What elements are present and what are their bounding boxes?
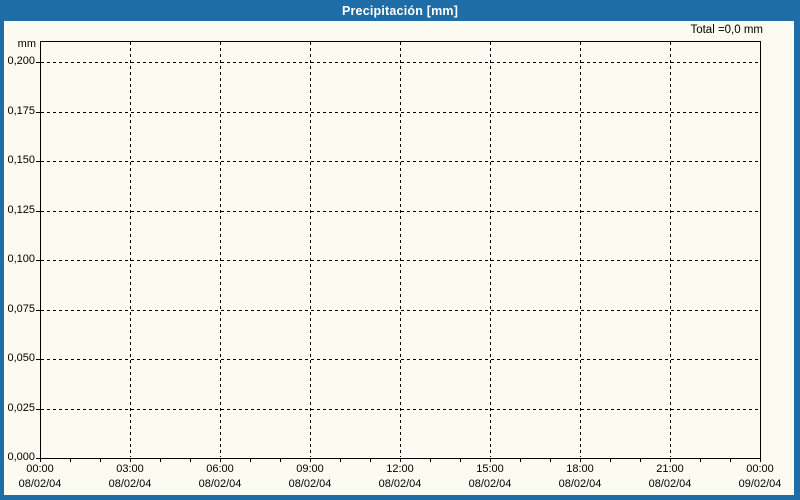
y-axis-label: 0,125 [7, 204, 35, 216]
x-axis-tick [370, 458, 371, 462]
x-axis-time-label: 06:00 [206, 463, 234, 475]
x-axis-date-label: 08/02/04 [648, 478, 692, 490]
x-axis-tick [220, 458, 221, 462]
x-axis-date-label: 08/02/04 [288, 478, 332, 490]
gridline-vertical [220, 42, 221, 457]
x-axis-time-label: 09:00 [296, 463, 324, 475]
x-axis-time-label: 00:00 [746, 463, 774, 475]
gridline-vertical [400, 42, 401, 457]
y-axis-label: 0,100 [7, 253, 35, 265]
x-axis-date-label: 08/02/04 [198, 478, 242, 490]
x-axis-date-label: 08/02/04 [378, 478, 422, 490]
x-axis-tick [100, 458, 101, 462]
x-axis-tick [430, 458, 431, 462]
x-axis-date-label: 08/02/04 [108, 478, 152, 490]
y-axis-tick [36, 62, 40, 63]
x-axis-time-label: 15:00 [476, 463, 504, 475]
chart-layer: Total =0,0 mm mm 0,200 0,175 0,150 0,125 0,1… [0, 0, 800, 500]
x-axis-tick [730, 458, 731, 462]
x-axis-tick [340, 458, 341, 462]
gridline-vertical [580, 42, 581, 457]
y-axis-label: 0,050 [7, 352, 35, 364]
x-axis-time-label: 03:00 [116, 463, 144, 475]
x-axis-tick [460, 458, 461, 462]
y-axis-tick [36, 260, 40, 261]
gridline-vertical [490, 42, 491, 457]
y-axis-label: 0,150 [7, 154, 35, 166]
y-axis-unit-label: mm [17, 38, 36, 50]
x-axis-tick [280, 458, 281, 462]
x-axis-date-label: 08/02/04 [468, 478, 512, 490]
x-axis-tick [490, 458, 491, 462]
precipitation-chart-window: Precipitación [mm] Total =0,0 mm mm 0,20… [0, 0, 800, 500]
y-axis-label: 0,175 [7, 105, 35, 117]
y-axis-tick [36, 112, 40, 113]
gridline-vertical [670, 42, 671, 457]
x-axis-tick [310, 458, 311, 462]
y-axis-tick [36, 409, 40, 410]
x-axis-tick [70, 458, 71, 462]
x-axis-tick [40, 458, 41, 462]
y-axis-tick [36, 211, 40, 212]
y-axis-label: 0,075 [7, 303, 35, 315]
x-axis-tick [250, 458, 251, 462]
total-annotation: Total =0,0 mm [690, 24, 763, 36]
x-axis-tick [400, 458, 401, 462]
gridline-vertical [310, 42, 311, 457]
x-axis-time-label: 12:00 [386, 463, 414, 475]
x-axis-tick [610, 458, 611, 462]
x-axis-date-label: 09/02/04 [738, 478, 782, 490]
x-axis-date-label: 08/02/04 [558, 478, 602, 490]
x-axis-tick [670, 458, 671, 462]
x-axis-tick [700, 458, 701, 462]
y-axis-tick [36, 359, 40, 360]
x-axis-time-label: 00:00 [26, 463, 54, 475]
x-axis-time-label: 18:00 [566, 463, 594, 475]
x-axis-tick [520, 458, 521, 462]
y-axis-tick [36, 310, 40, 311]
x-axis-tick [550, 458, 551, 462]
x-axis-time-label: 21:00 [656, 463, 684, 475]
x-axis-tick [760, 458, 761, 462]
y-axis-label: 0,025 [7, 402, 35, 414]
x-axis-tick [640, 458, 641, 462]
x-axis-tick [130, 458, 131, 462]
y-axis-tick [36, 161, 40, 162]
y-axis-label: 0,200 [7, 55, 35, 67]
x-axis-tick [190, 458, 191, 462]
gridline-vertical [130, 42, 131, 457]
x-axis-tick [160, 458, 161, 462]
x-axis-date-label: 08/02/04 [18, 478, 62, 490]
x-axis-tick [580, 458, 581, 462]
